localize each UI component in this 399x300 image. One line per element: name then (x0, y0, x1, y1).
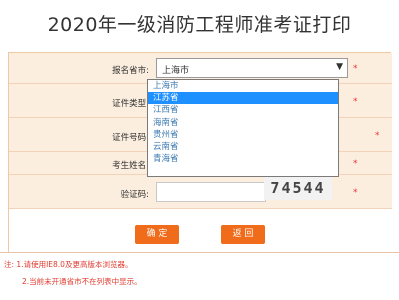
chevron-down-icon[interactable]: ▼ (336, 62, 343, 72)
required-mark: * (375, 131, 380, 141)
province-select[interactable]: 上海市 ▼ (156, 58, 348, 78)
divider (0, 252, 399, 253)
notes: 注: 1.请使用IE8.0及更高版本浏览器。 2.当前未开通省市不在列表中显示。 (4, 256, 142, 290)
confirm-button[interactable]: 确 定 (135, 225, 179, 244)
page-title: 2020年一级消防工程师准考证打印 (47, 14, 352, 36)
required-mark: * (353, 188, 358, 198)
captcha-label: 验证码: (120, 190, 149, 200)
province-select-value: 上海市 (162, 66, 190, 76)
province-option-highlighted[interactable]: 江苏省 (148, 92, 338, 105)
id-number-label: 证件号码: (112, 133, 149, 143)
note-line-2: 2.当前未开通省市不在列表中显示。 (22, 277, 142, 286)
back-button[interactable]: 返 回 (221, 225, 265, 244)
province-option[interactable]: 青海省 (148, 153, 338, 165)
province-label: 报名省市: (112, 66, 149, 76)
name-label: 考生姓名: (112, 161, 149, 171)
province-option[interactable]: 上海市 (148, 80, 338, 92)
captcha-input[interactable] (156, 182, 266, 202)
province-option[interactable]: 海南省 (148, 117, 338, 129)
id-type-label: 证件类型: (112, 99, 149, 109)
buttons-row (9, 209, 392, 252)
province-option[interactable]: 江西省 (148, 104, 338, 116)
note-line-1: 注: 1.请使用IE8.0及更高版本浏览器。 (4, 260, 133, 269)
province-option[interactable]: 贵州省 (148, 129, 338, 141)
province-dropdown: 上海市 江苏省 江西省 海南省 贵州省 云南省 青海省 (147, 79, 339, 177)
province-option[interactable]: 云南省 (148, 141, 338, 153)
captcha-row: 验证码: * (9, 175, 392, 209)
required-mark: * (353, 64, 358, 74)
captcha-image[interactable]: 74544 (264, 176, 332, 200)
required-mark: * (353, 97, 358, 107)
required-mark: * (353, 159, 358, 169)
